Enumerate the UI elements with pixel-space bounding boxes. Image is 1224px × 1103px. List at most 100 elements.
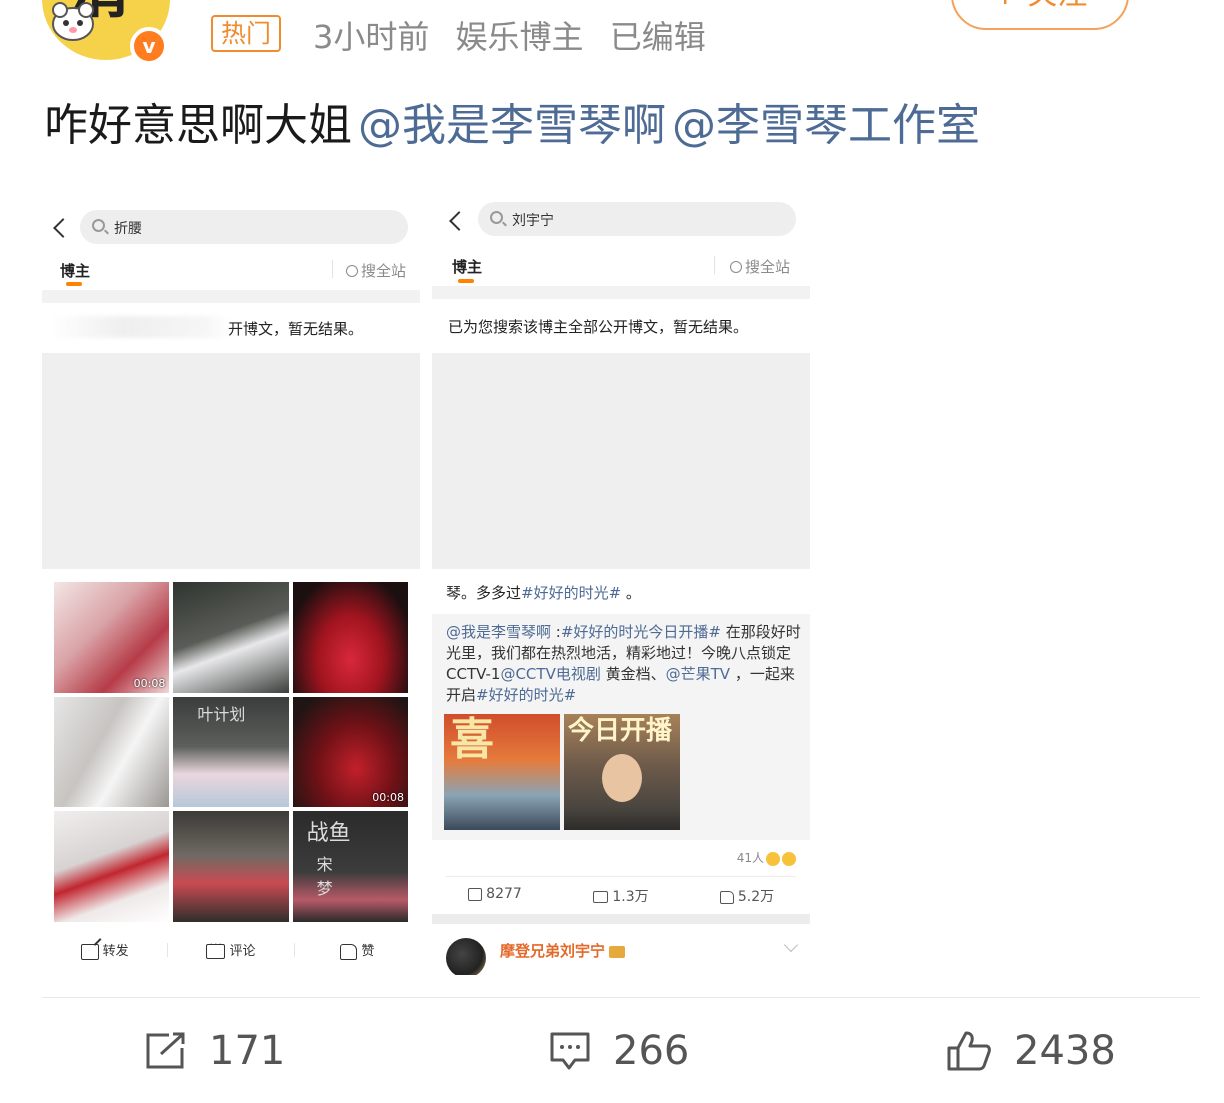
divider <box>446 876 796 877</box>
like-icon <box>719 890 734 904</box>
comment-button[interactable]: 评论 <box>168 938 293 960</box>
comment-button[interactable]: 1.3万 <box>558 886 684 906</box>
right-action-row: 8277 1.3万 5.2万 <box>432 886 810 906</box>
avatar[interactable] <box>446 938 486 975</box>
photo-grid: 00:08 叶计划 00:08 战鱼 宋 梦 <box>54 582 408 922</box>
quoted-text: @我是李雪琴啊 :#好好的时光今日开播# 在那段好时光里，我们都在热烈地活，精彩… <box>446 622 802 706</box>
gray-band <box>432 286 810 299</box>
like-count: 2438 <box>1014 1028 1116 1074</box>
topic-link[interactable]: #好好的时光# <box>476 686 576 704</box>
search-bar: 折腰 <box>80 210 408 244</box>
follow-button[interactable]: + 关注 <box>951 0 1129 30</box>
chalk-text: 宋 <box>316 855 333 875</box>
site-search: 搜全站 <box>730 256 790 277</box>
chalk-text: 叶计划 <box>197 704 246 724</box>
post-suffix: 。 <box>621 584 641 602</box>
engagement-bar: 171 266 2438 <box>0 1020 1224 1082</box>
tab-divider <box>714 256 715 274</box>
repost-button[interactable]: 转发 <box>42 940 167 960</box>
repost-label: 转发 <box>102 944 129 959</box>
quote-body: 黄金档、 <box>600 665 666 683</box>
poster-text: 今日开播 <box>568 716 673 746</box>
like-button[interactable]: 2438 <box>946 1020 1116 1082</box>
repost-count: 8277 <box>486 886 522 902</box>
comment-count: 266 <box>613 1028 690 1074</box>
mention-link[interactable]: @芒果TV <box>666 665 730 683</box>
poster-image[interactable]: 喜 <box>444 714 560 830</box>
smile-emoji-icon <box>782 851 796 866</box>
like-button[interactable]: 5.2万 <box>684 886 810 906</box>
repost-button[interactable]: 171 <box>145 1020 285 1082</box>
comment-icon <box>593 891 609 903</box>
quote-separator: : <box>551 623 561 641</box>
topic-link[interactable]: #好好的时光# <box>521 584 621 602</box>
photo-thumbnail <box>173 811 289 922</box>
result-message: 开博文，暂无结果。 <box>228 320 364 338</box>
video-thumbnail: 00:08 <box>292 696 408 808</box>
search-query: 折腰 <box>114 221 142 237</box>
tab-underline <box>458 279 474 283</box>
like-button[interactable]: 赞 <box>295 940 420 960</box>
post-text: 咋好意思啊大姐 @我是李雪琴啊 @李雪琴工作室 <box>44 96 980 156</box>
video-duration: 00:08 <box>133 676 166 690</box>
search-icon <box>730 261 742 273</box>
topic-link[interactable]: #好好的时光今日开播# <box>561 623 721 641</box>
repost-icon <box>80 943 99 960</box>
tab-blogger: 博主 <box>452 258 483 276</box>
mention-link[interactable]: @我是李雪琴啊 <box>358 100 666 151</box>
post-prefix: 琴。多多过 <box>446 584 522 602</box>
site-search: 搜全站 <box>346 260 406 281</box>
mention-link[interactable]: @CCTV电视剧 <box>500 665 600 683</box>
divider <box>42 997 1200 998</box>
back-icon <box>53 218 73 238</box>
chevron-down-icon[interactable] <box>783 937 799 953</box>
poster-image[interactable]: 今日开播 <box>564 714 680 830</box>
portrait <box>602 754 642 802</box>
repost-icon <box>146 1032 185 1069</box>
chalk-text: 战鱼 <box>306 821 351 847</box>
like-count: 5.2万 <box>737 889 775 905</box>
gray-band <box>432 914 810 924</box>
reactions-count: 41人 <box>736 851 764 865</box>
left-screenshot[interactable]: 折腰 博主 搜全站 开博文，暂无结果。 00:08 叶计划 00:08 战鱼 宋… <box>42 196 420 975</box>
author-category: 娱乐博主 <box>455 18 584 56</box>
comment-icon <box>206 938 226 959</box>
post-body: 咋好意思啊大姐 <box>44 100 352 151</box>
laugh-emoji-icon <box>766 851 780 866</box>
like-label: 赞 <box>361 944 375 959</box>
post-time: 3小时前 <box>313 18 430 56</box>
video-thumbnail: 00:08 <box>54 582 170 693</box>
photo-thumbnail <box>173 582 289 693</box>
repost-button[interactable]: 8277 <box>432 886 558 906</box>
photo-thumbnail: 叶计划 <box>173 696 289 808</box>
quoted-post[interactable]: @我是李雪琴啊 :#好好的时光今日开播# 在那段好时光里，我们都在热烈地活，精彩… <box>432 614 810 840</box>
tab-underline <box>66 282 82 286</box>
gray-area <box>42 353 420 569</box>
gray-area <box>432 353 810 569</box>
mention-link[interactable]: @我是李雪琴啊 <box>446 623 551 641</box>
tab-blogger: 博主 <box>60 262 91 280</box>
photo-thumbnail <box>54 811 170 922</box>
result-message: 已为您搜索该博主全部公开博文，暂无结果。 <box>448 318 749 336</box>
photo-thumbnail: 战鱼 宋 梦 <box>292 811 408 922</box>
edited-label: 已编辑 <box>609 18 706 56</box>
mention-link[interactable]: @李雪琴工作室 <box>672 100 980 151</box>
repost-icon <box>468 887 483 901</box>
left-action-row: 转发 评论 赞 <box>42 938 420 960</box>
tab-divider <box>332 260 333 278</box>
site-search-label: 搜全站 <box>361 262 407 280</box>
hot-tag: 热门 <box>211 15 282 52</box>
poster-text: 喜 <box>450 714 494 765</box>
search-query: 刘宇宁 <box>512 213 554 229</box>
right-screenshot[interactable]: 刘宇宁 博主 搜全站 已为您搜索该博主全部公开博文，暂无结果。 琴。多多过#好好… <box>432 196 810 975</box>
verified-icon: v <box>130 27 168 65</box>
comment-count: 1.3万 <box>612 889 649 905</box>
comment-button[interactable]: 266 <box>549 1020 689 1082</box>
search-icon <box>346 265 358 277</box>
blurred-text <box>50 316 232 338</box>
search-icon <box>490 211 503 224</box>
mascot-icon <box>52 2 94 41</box>
next-user-name[interactable]: 摩登兄弟刘宇宁 <box>500 940 626 961</box>
gray-band <box>42 290 420 303</box>
comment-label: 评论 <box>229 944 256 959</box>
